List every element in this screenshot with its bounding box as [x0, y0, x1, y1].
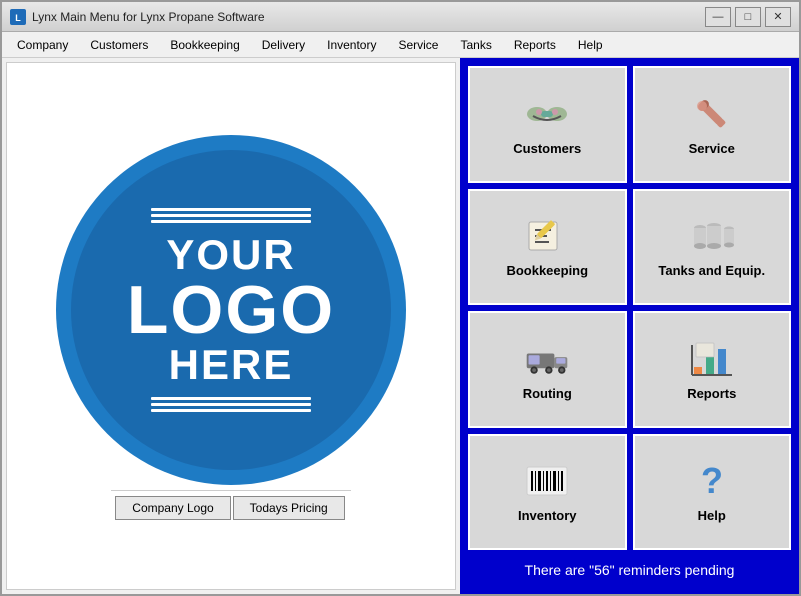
logo-panel: YOUR LOGO HERE Company Logo Todays Prici…	[6, 62, 456, 590]
menu-bar: Company Customers Bookkeeping Delivery I…	[2, 32, 799, 58]
grid-buttons: Customers Service	[468, 66, 791, 550]
menu-reports[interactable]: Reports	[503, 34, 567, 56]
menu-customers[interactable]: Customers	[79, 34, 159, 56]
right-panel: Customers Service	[460, 58, 799, 594]
tanks-button[interactable]: Tanks and Equip.	[633, 189, 792, 306]
customers-label: Customers	[513, 141, 581, 156]
logo-area: YOUR LOGO HERE	[51, 130, 411, 490]
tanks-icon	[688, 215, 736, 257]
main-content: YOUR LOGO HERE Company Logo Todays Prici…	[2, 58, 799, 594]
routing-button[interactable]: Routing	[468, 311, 627, 428]
title-controls: — □ ✕	[705, 7, 791, 27]
maximize-button[interactable]: □	[735, 7, 761, 27]
bookkeeping-label: Bookkeeping	[506, 263, 588, 278]
title-bar: L Lynx Main Menu for Lynx Propane Softwa…	[2, 2, 799, 32]
reports-icon	[688, 338, 736, 380]
logo-text-logo: LOGO	[127, 276, 335, 344]
app-icon: L	[10, 9, 26, 25]
question-icon: ?	[688, 460, 736, 502]
close-button[interactable]: ✕	[765, 7, 791, 27]
logo-circle-outer: YOUR LOGO HERE	[56, 135, 406, 485]
inventory-label: Inventory	[518, 508, 577, 523]
menu-service[interactable]: Service	[387, 34, 449, 56]
help-button[interactable]: ? Help	[633, 434, 792, 551]
svg-text:L: L	[15, 13, 21, 23]
main-window: L Lynx Main Menu for Lynx Propane Softwa…	[0, 0, 801, 596]
menu-tanks[interactable]: Tanks	[449, 34, 502, 56]
handshake-icon	[523, 93, 571, 135]
inventory-button[interactable]: Inventory	[468, 434, 627, 551]
menu-help[interactable]: Help	[567, 34, 614, 56]
title-bar-left: L Lynx Main Menu for Lynx Propane Softwa…	[10, 9, 265, 25]
company-logo-tab[interactable]: Company Logo	[115, 496, 230, 520]
logo-text-here: HERE	[169, 344, 294, 386]
menu-bookkeeping[interactable]: Bookkeeping	[159, 34, 250, 56]
todays-pricing-tab[interactable]: Todays Pricing	[233, 496, 345, 520]
title-text: Lynx Main Menu for Lynx Propane Software	[32, 10, 265, 24]
reminders-text: There are "56" reminders pending	[468, 554, 791, 586]
pencil-icon	[523, 215, 571, 257]
service-button[interactable]: Service	[633, 66, 792, 183]
minimize-button[interactable]: —	[705, 7, 731, 27]
logo-text-your: YOUR	[166, 234, 295, 276]
menu-delivery[interactable]: Delivery	[251, 34, 316, 56]
service-label: Service	[689, 141, 735, 156]
wrench-icon	[688, 93, 736, 135]
tanks-label: Tanks and Equip.	[658, 263, 765, 278]
bottom-tabs: Company Logo Todays Pricing	[111, 490, 350, 522]
routing-label: Routing	[523, 386, 572, 401]
bookkeeping-button[interactable]: Bookkeeping	[468, 189, 627, 306]
customers-button[interactable]: Customers	[468, 66, 627, 183]
barcode-icon	[523, 460, 571, 502]
help-label: Help	[698, 508, 726, 523]
menu-company[interactable]: Company	[6, 34, 79, 56]
logo-lines-bottom	[151, 394, 311, 415]
reports-label: Reports	[687, 386, 736, 401]
svg-text:?: ?	[701, 461, 723, 501]
truck-icon	[523, 338, 571, 380]
logo-lines-top	[151, 205, 311, 226]
menu-inventory[interactable]: Inventory	[316, 34, 387, 56]
reports-button[interactable]: Reports	[633, 311, 792, 428]
logo-circle-inner: YOUR LOGO HERE	[71, 150, 391, 470]
